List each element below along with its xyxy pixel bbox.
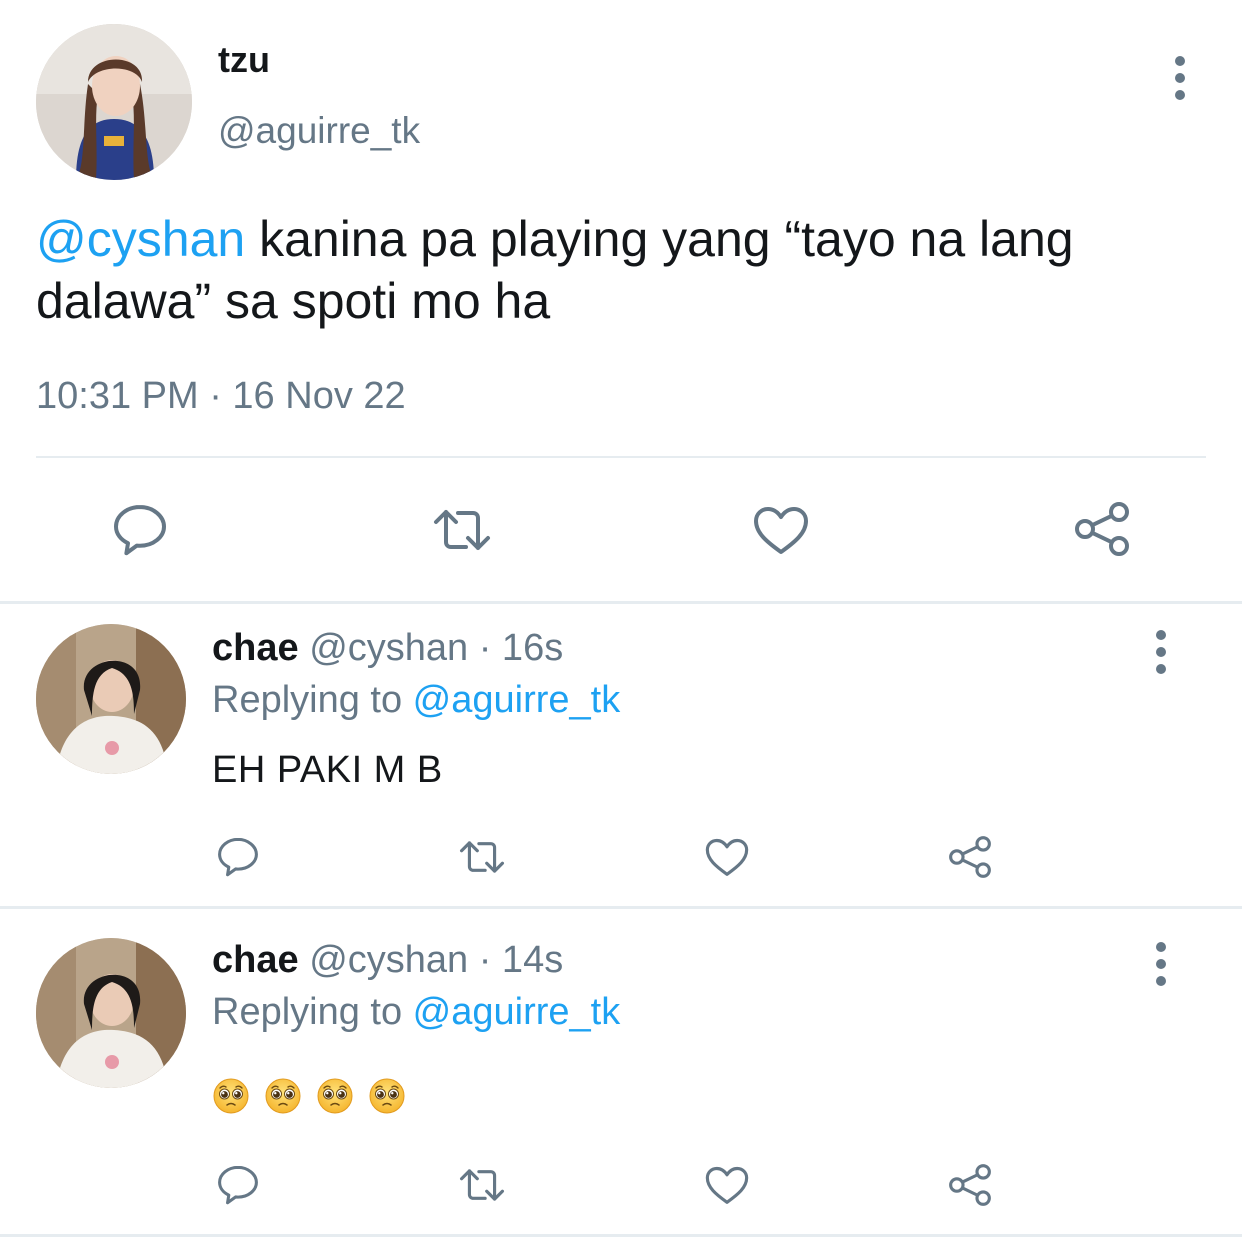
display-name[interactable]: tzu — [218, 38, 270, 82]
share-icon — [1075, 502, 1129, 556]
share-button[interactable] — [1068, 496, 1136, 562]
reply-text: EH PAKI M B — [212, 749, 443, 791]
mention-link[interactable]: @cyshan — [36, 211, 245, 267]
avatar-photo — [36, 24, 192, 180]
retweet-button[interactable] — [426, 498, 498, 562]
avatar-photo — [36, 624, 186, 774]
share-icon — [949, 836, 991, 878]
reply-button[interactable] — [214, 1162, 262, 1208]
tweet-text: @cyshan kanina pa playing yang “tayo na … — [36, 208, 1196, 332]
section-divider — [0, 906, 1242, 909]
retweet-icon — [460, 841, 504, 873]
like-button[interactable] — [702, 834, 752, 880]
retweet-button[interactable] — [454, 834, 510, 880]
pleading-face-emoji — [317, 1078, 353, 1114]
tweet-timestamp[interactable]: 10:31 PM · 16 Nov 22 — [36, 372, 406, 420]
share-button[interactable] — [944, 1160, 996, 1210]
reply-icon — [218, 837, 258, 877]
avatar[interactable] — [36, 624, 186, 774]
user-handle[interactable]: @aguirre_tk — [218, 108, 420, 154]
pleading-face-emoji — [265, 1078, 301, 1114]
section-divider — [0, 601, 1242, 604]
heart-icon — [754, 507, 808, 554]
like-button[interactable] — [702, 1162, 752, 1208]
reply-emoji-row — [212, 1077, 406, 1115]
display-name[interactable]: chae — [212, 627, 299, 669]
user-meta[interactable]: @cyshan · 14s — [309, 939, 563, 981]
display-name[interactable]: chae — [212, 939, 299, 981]
replying-label: Replying to — [212, 991, 413, 1033]
retweet-icon — [460, 1169, 504, 1201]
replying-label: Replying to — [212, 679, 413, 721]
replying-to: Replying to @aguirre_tk — [212, 988, 620, 1036]
reply-button[interactable] — [214, 834, 262, 880]
pleading-face-emoji — [213, 1078, 249, 1114]
reply-button[interactable] — [108, 498, 172, 562]
more-vertical-icon[interactable] — [1170, 56, 1190, 100]
share-button[interactable] — [944, 832, 996, 882]
reply-header: chae @cyshan · 16s — [212, 624, 563, 672]
user-meta[interactable]: @cyshan · 16s — [309, 627, 563, 669]
heart-icon — [705, 1166, 749, 1204]
avatar[interactable] — [36, 24, 192, 180]
reply-icon — [114, 505, 166, 556]
more-vertical-icon[interactable] — [1151, 942, 1171, 986]
reply-icon — [218, 1165, 258, 1205]
pleading-face-emoji — [369, 1078, 405, 1114]
share-icon — [949, 1164, 991, 1206]
retweet-icon — [434, 510, 490, 550]
retweet-button[interactable] — [454, 1162, 510, 1208]
replying-to: Replying to @aguirre_tk — [212, 676, 620, 724]
divider — [36, 456, 1206, 458]
more-vertical-icon[interactable] — [1151, 630, 1171, 674]
reply-header: chae @cyshan · 14s — [212, 936, 563, 984]
mention-link[interactable]: @aguirre_tk — [413, 679, 621, 721]
mention-link[interactable]: @aguirre_tk — [413, 991, 621, 1033]
heart-icon — [705, 838, 749, 876]
like-button[interactable] — [748, 498, 814, 562]
avatar[interactable] — [36, 938, 186, 1088]
section-divider — [0, 1234, 1242, 1237]
avatar-photo — [36, 938, 186, 1088]
